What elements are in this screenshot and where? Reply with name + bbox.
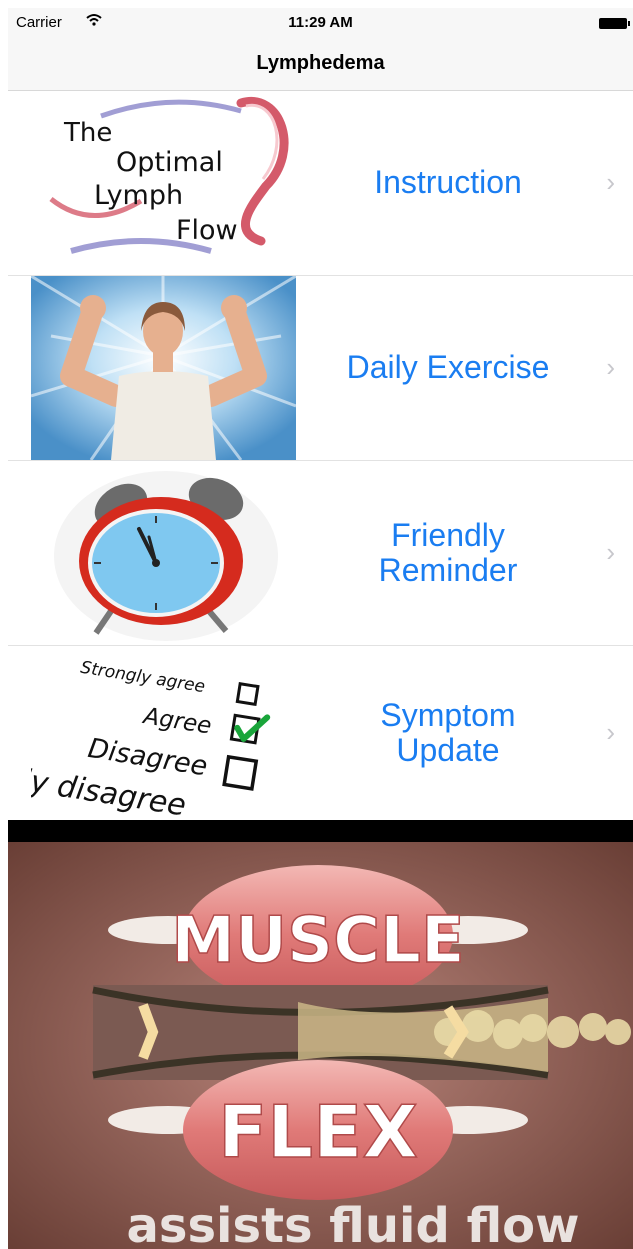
menu-label-friendly-reminder: Friendly Reminder [378,516,518,588]
logo-text-flow: Flow [176,215,238,246]
banner-caption: assists fluid flow [127,1198,580,1249]
logo-text-lymph: Lymph [94,180,183,211]
menu-row-daily-exercise[interactable]: Daily Exercise › [8,276,633,461]
menu-label-daily-exercise: Daily Exercise [346,349,550,386]
menu-row-symptom-update[interactable]: Strongly agree Agree Disagree ly disagre… [8,646,633,820]
status-bar: Carrier 11:29 AM [8,8,633,38]
chevron-right-icon: › [606,352,615,382]
banner-word-muscle: MUSCLE [171,904,464,978]
battery-icon [599,18,630,29]
survey-checklist-image: Strongly agree Agree Disagree ly disagre… [31,646,296,820]
chevron-right-icon: › [606,717,615,747]
clock-time: 11:29 AM [288,14,353,31]
chevron-right-icon: › [606,167,615,197]
page-title: Lymphedema [256,52,385,74]
muscle-flex-banner[interactable]: MUSCLE FLEX assists fluid flow [8,820,633,1249]
logo-text-the: The [63,118,112,148]
exercise-woman-image [31,276,296,460]
logo-text-optimal: Optimal [116,147,223,178]
alarm-clock-image [31,461,296,645]
menu-label-symptom-update: Symptom Update [380,696,516,768]
banner-word-flex: FLEX [218,1090,418,1174]
menu-row-instruction[interactable]: The Optimal Lymph Flow Instruction › [8,91,633,276]
menu-label-instruction: Instruction [374,164,522,201]
optimal-lymph-flow-logo: The Optimal Lymph Flow [31,91,296,275]
app-screen: Carrier 11:29 AM Lymphedema The Optimal … [8,8,633,1249]
menu-row-friendly-reminder[interactable]: Friendly Reminder › [8,461,633,646]
chevron-right-icon: › [606,537,615,567]
navigation-bar: Lymphedema [8,38,633,91]
